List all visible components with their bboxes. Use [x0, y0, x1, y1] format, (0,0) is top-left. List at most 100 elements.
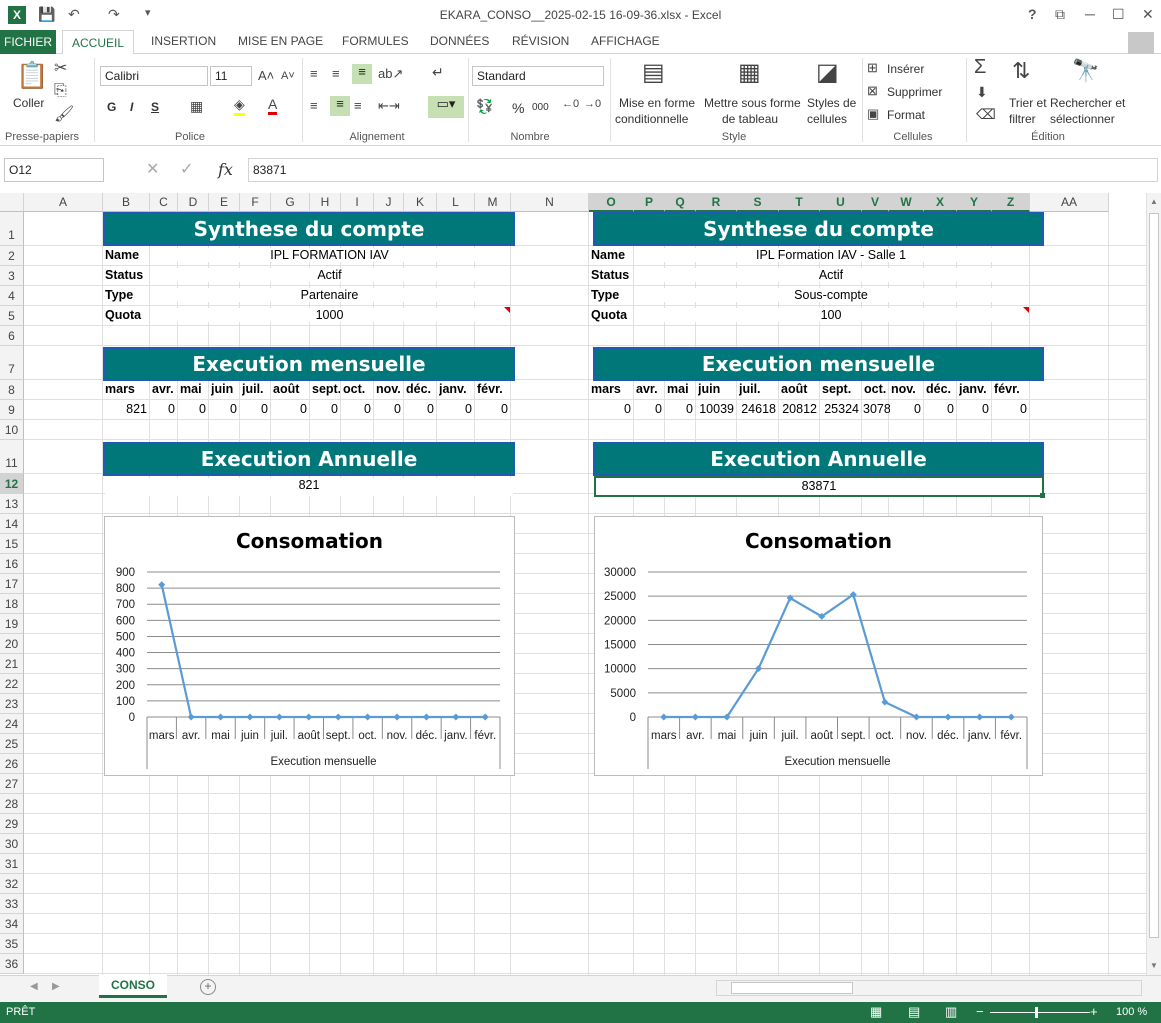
zoom-slider[interactable]	[990, 1012, 1090, 1013]
row-header-12[interactable]: 12	[0, 474, 24, 494]
align-middle-icon[interactable]: ≡	[332, 66, 340, 81]
column-header-R[interactable]: R	[696, 193, 737, 212]
left-month-value[interactable]: 0	[151, 402, 175, 416]
right-month-value[interactable]: 0	[925, 402, 954, 416]
column-header-V[interactable]: V	[862, 193, 889, 212]
row-header-32[interactable]: 32	[0, 874, 24, 894]
row-header-21[interactable]: 21	[0, 654, 24, 674]
spreadsheet-grid[interactable]: A B C D E F G H I J K L M N O P Q R S T U V W X Y Z AA 1 2 3 4 5 6 7 8 9 10…	[0, 193, 1146, 975]
tab-insert[interactable]: INSERTION	[151, 34, 216, 48]
zoom-out-icon[interactable]: −	[976, 1004, 984, 1019]
right-label-name[interactable]: Name	[591, 248, 633, 262]
right-month-header[interactable]: janv.	[959, 382, 991, 396]
wrap-text-icon[interactable]: ↵	[432, 64, 444, 81]
row-header-18[interactable]: 18	[0, 594, 24, 614]
fill-color-icon[interactable]: ◈	[234, 96, 245, 116]
column-header-H[interactable]: H	[310, 193, 341, 212]
left-label-type[interactable]: Type	[105, 288, 149, 302]
left-month-header[interactable]: mars	[105, 382, 149, 396]
fill-handle[interactable]	[1040, 493, 1045, 498]
right-value-type[interactable]: Sous-compte	[634, 288, 1028, 302]
prev-sheet-icon[interactable]: ◀	[30, 981, 38, 992]
sheet-tab-conso[interactable]: CONSO	[99, 975, 167, 998]
row-header-3[interactable]: 3	[0, 266, 24, 286]
next-sheet-icon[interactable]: ▶	[52, 981, 60, 992]
row-header-31[interactable]: 31	[0, 854, 24, 874]
scroll-down-icon[interactable]: ▼	[1150, 961, 1158, 970]
column-header-N[interactable]: N	[511, 193, 589, 212]
paste-button[interactable]: Coller	[13, 96, 44, 110]
zoom-slider-thumb[interactable]	[1035, 1007, 1038, 1018]
align-right-icon[interactable]: ≡	[354, 98, 362, 113]
row-header-9[interactable]: 9	[0, 400, 24, 420]
page-layout-view-icon[interactable]: ▤	[908, 1004, 920, 1020]
row-header-23[interactable]: 23	[0, 694, 24, 714]
thousands-button[interactable]: 000	[532, 102, 549, 113]
left-month-value[interactable]: 0	[272, 402, 307, 416]
percent-button[interactable]: %	[512, 100, 524, 116]
right-chart[interactable]: Consomation 0 5000 10000 15000 20000 25000 300…	[594, 516, 1043, 776]
left-month-value[interactable]: 0	[311, 402, 338, 416]
right-month-value[interactable]: 0	[958, 402, 989, 416]
copy-icon[interactable]: ⎘	[54, 82, 67, 100]
right-value-name[interactable]: IPL Formation IAV - Salle 1	[634, 248, 1028, 262]
column-header-E[interactable]: E	[209, 193, 240, 212]
right-month-header[interactable]: juil.	[739, 382, 778, 396]
left-month-header[interactable]: juin	[211, 382, 239, 396]
zoom-in-icon[interactable]: +	[1090, 1004, 1098, 1019]
column-header-F[interactable]: F	[240, 193, 271, 212]
align-bottom-icon[interactable]: ≡	[352, 64, 372, 84]
left-month-header[interactable]: févr.	[477, 382, 510, 396]
column-header-Z[interactable]: Z	[992, 193, 1030, 212]
row-header-10[interactable]: 10	[0, 420, 24, 440]
user-avatar[interactable]	[1128, 32, 1154, 54]
row-header-17[interactable]: 17	[0, 574, 24, 594]
row-header-35[interactable]: 35	[0, 934, 24, 954]
row-header-24[interactable]: 24	[0, 714, 24, 734]
column-header-K[interactable]: K	[404, 193, 437, 212]
find-select-icon[interactable]: 🔭	[1072, 58, 1099, 84]
left-month-value[interactable]: 0	[375, 402, 401, 416]
left-value-quota[interactable]: 1000	[150, 308, 509, 322]
row-header-6[interactable]: 6	[0, 326, 24, 346]
left-month-header[interactable]: oct.	[343, 382, 373, 396]
align-left-icon[interactable]: ≡	[310, 98, 318, 113]
conditional-formatting-line1[interactable]: Mise en forme	[619, 96, 695, 110]
vertical-scrollbar[interactable]: ▲ ▼	[1146, 193, 1161, 975]
row-header-29[interactable]: 29	[0, 814, 24, 834]
row-header-2[interactable]: 2	[0, 246, 24, 266]
maximize-button[interactable]: ☐	[1112, 6, 1125, 23]
increase-decimal-icon[interactable]: ←0	[562, 98, 579, 110]
right-month-value[interactable]: 0	[666, 402, 693, 416]
italic-button[interactable]: I	[130, 100, 133, 114]
right-month-header[interactable]: avr.	[636, 382, 664, 396]
right-month-value[interactable]: 0	[635, 402, 662, 416]
tab-view[interactable]: AFFICHAGE	[591, 34, 660, 48]
insert-cells-button[interactable]: Insérer	[887, 62, 924, 76]
sort-filter-icon[interactable]: ⇅	[1012, 58, 1030, 84]
column-header-T[interactable]: T	[779, 193, 820, 212]
font-size-select[interactable]: 11	[210, 66, 252, 86]
minimize-button[interactable]: ─	[1085, 6, 1095, 22]
left-value-status[interactable]: Actif	[150, 268, 509, 282]
column-header-M[interactable]: M	[475, 193, 511, 212]
row-header-33[interactable]: 33	[0, 894, 24, 914]
font-name-select[interactable]: Calibri	[100, 66, 208, 86]
row-header-14[interactable]: 14	[0, 514, 24, 534]
font-color-icon[interactable]: A	[268, 96, 278, 115]
delete-cells-icon[interactable]: ⊠	[867, 83, 878, 99]
format-cells-icon[interactable]: ▣	[867, 106, 879, 122]
right-comment-indicator[interactable]	[1023, 307, 1029, 313]
right-month-header[interactable]: mai	[667, 382, 695, 396]
column-header-S[interactable]: S	[737, 193, 779, 212]
column-header-L[interactable]: L	[437, 193, 475, 212]
merge-center-icon[interactable]: ▭▾	[428, 96, 464, 118]
conditional-formatting-line2[interactable]: conditionnelle	[615, 112, 688, 126]
right-month-header[interactable]: déc.	[926, 382, 956, 396]
horizontal-scrollbar[interactable]	[716, 980, 1142, 996]
left-month-header[interactable]: janv.	[439, 382, 474, 396]
right-month-header[interactable]: juin	[698, 382, 736, 396]
right-month-value[interactable]: 3078	[863, 402, 891, 416]
row-header-8[interactable]: 8	[0, 380, 24, 400]
row-header-36[interactable]: 36	[0, 954, 24, 974]
